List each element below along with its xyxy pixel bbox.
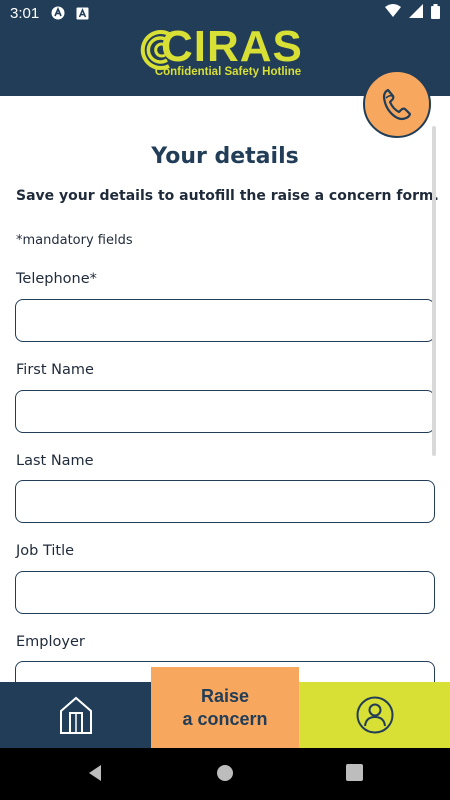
telephone-field[interactable] bbox=[15, 299, 435, 342]
page-subtitle: Save your details to autofill the raise … bbox=[16, 188, 439, 204]
last-name-field[interactable] bbox=[15, 480, 435, 523]
battery-icon bbox=[431, 3, 440, 23]
bottom-nav: Raise a concern bbox=[0, 667, 450, 748]
call-hotline-button[interactable] bbox=[363, 70, 431, 138]
page-title: Your details bbox=[151, 144, 299, 169]
signal-icon bbox=[409, 4, 423, 22]
last-name-label: Last Name bbox=[16, 453, 94, 469]
phone-icon bbox=[382, 88, 412, 121]
back-icon[interactable] bbox=[86, 764, 104, 782]
raise-concern-label: Raise a concern bbox=[182, 685, 268, 729]
recents-icon[interactable] bbox=[346, 764, 363, 781]
home-icon bbox=[59, 696, 92, 734]
system-nav-bar bbox=[0, 748, 450, 800]
nav-home-button[interactable] bbox=[0, 682, 151, 748]
ciras-logo: CIRAS Confidential Safety Hotline bbox=[140, 22, 313, 86]
profile-icon bbox=[356, 696, 393, 734]
wifi-icon bbox=[385, 4, 401, 22]
job-title-label: Job Title bbox=[16, 543, 75, 559]
notification-a-icon bbox=[51, 6, 65, 20]
mandatory-note: *mandatory fields bbox=[16, 233, 133, 248]
details-form-area[interactable]: Your details Save your details to autofi… bbox=[0, 96, 450, 682]
logo-subtitle: Confidential Safety Hotline bbox=[154, 66, 302, 78]
status-time: 3:01 bbox=[10, 4, 40, 22]
first-name-field[interactable] bbox=[15, 390, 435, 433]
nav-profile-button[interactable] bbox=[299, 682, 450, 748]
home-system-icon[interactable] bbox=[216, 764, 234, 782]
raise-concern-button[interactable]: Raise a concern bbox=[151, 667, 299, 748]
telephone-label: Telephone* bbox=[16, 271, 97, 287]
scrollbar[interactable] bbox=[432, 126, 436, 456]
employer-label: Employer bbox=[16, 634, 85, 650]
notification-a-square-icon bbox=[75, 6, 89, 20]
logo-wordmark: CIRAS bbox=[161, 22, 303, 71]
job-title-field[interactable] bbox=[15, 571, 435, 614]
first-name-label: First Name bbox=[16, 362, 94, 378]
